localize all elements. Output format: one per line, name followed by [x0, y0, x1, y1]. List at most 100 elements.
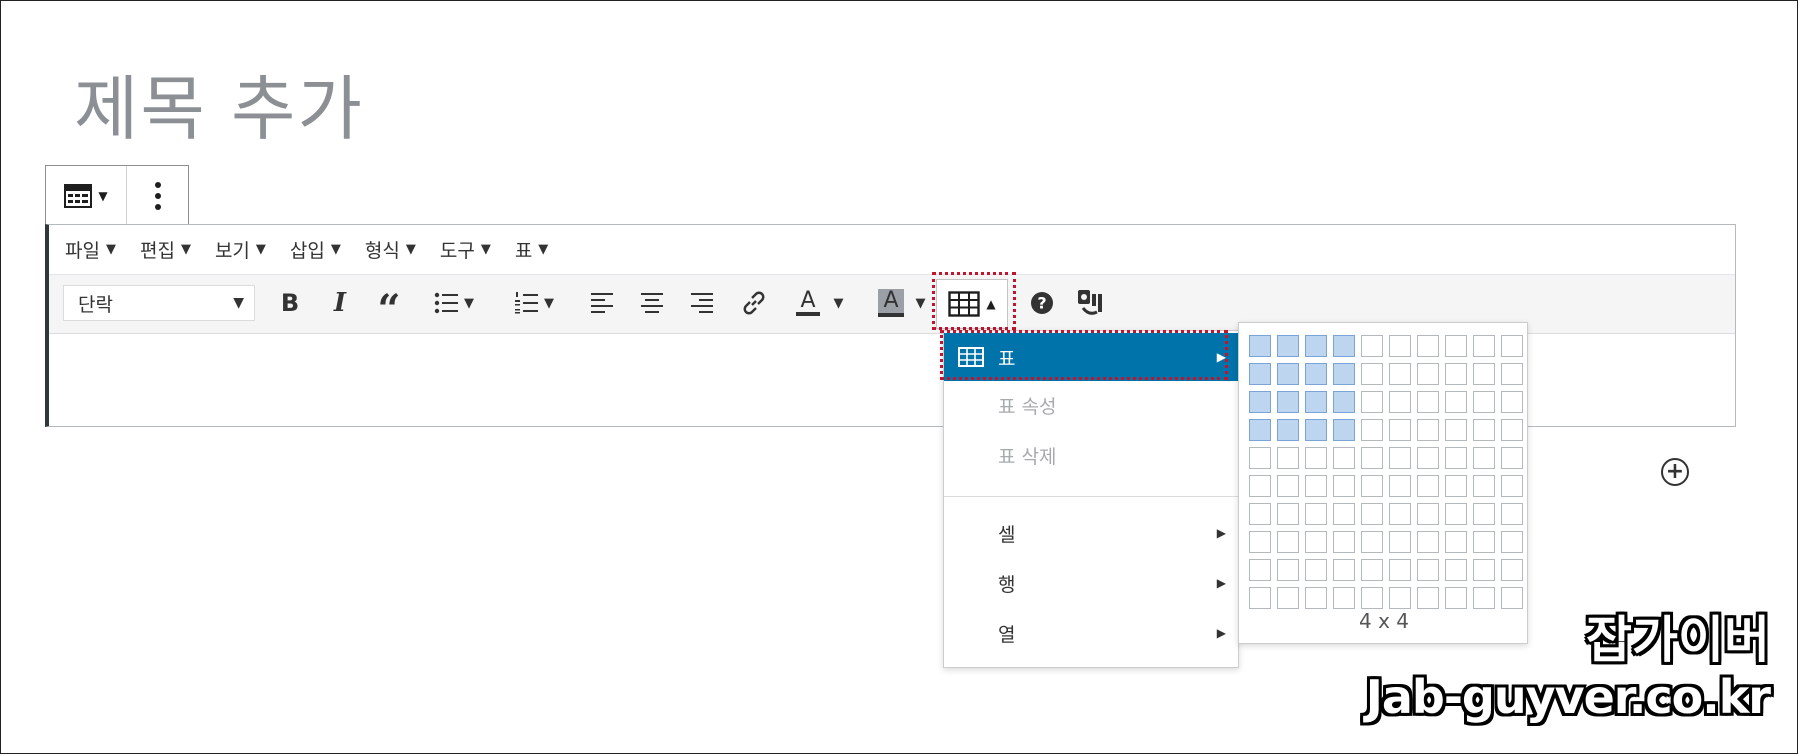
- grid-cell[interactable]: [1277, 559, 1299, 581]
- menu-item-row[interactable]: 행 ▶: [944, 559, 1238, 607]
- grid-cell[interactable]: [1417, 531, 1439, 553]
- grid-cell[interactable]: [1333, 363, 1355, 385]
- grid-cell[interactable]: [1501, 587, 1523, 609]
- grid-cell[interactable]: [1333, 475, 1355, 497]
- grid-cell[interactable]: [1333, 419, 1355, 441]
- align-left-button[interactable]: [587, 281, 617, 325]
- grid-cell[interactable]: [1305, 503, 1327, 525]
- grid-cell[interactable]: [1361, 559, 1383, 581]
- grid-cell[interactable]: [1333, 447, 1355, 469]
- grid-cell[interactable]: [1389, 419, 1411, 441]
- grid-cell[interactable]: [1417, 335, 1439, 357]
- grid-cell[interactable]: [1277, 475, 1299, 497]
- format-select[interactable]: 단락 ▼: [63, 285, 255, 321]
- grid-cell[interactable]: [1277, 419, 1299, 441]
- post-title[interactable]: 제목 추가: [74, 74, 364, 144]
- menu-format[interactable]: 형식 ▼: [365, 236, 416, 263]
- bullet-list-button[interactable]: ▼: [425, 281, 483, 325]
- grid-cell[interactable]: [1361, 391, 1383, 413]
- grid-cell[interactable]: [1417, 503, 1439, 525]
- grid-cell[interactable]: [1389, 475, 1411, 497]
- menu-item-table[interactable]: 표 ▶: [944, 333, 1238, 381]
- grid-cell[interactable]: [1473, 531, 1495, 553]
- grid-cell[interactable]: [1333, 559, 1355, 581]
- numbered-list-button[interactable]: ▼: [505, 281, 563, 325]
- italic-button[interactable]: I: [325, 281, 355, 325]
- grid-cell[interactable]: [1445, 419, 1467, 441]
- grid-cell[interactable]: [1305, 531, 1327, 553]
- grid-cell[interactable]: [1417, 419, 1439, 441]
- background-color-button[interactable]: A ▼: [871, 281, 933, 325]
- grid-cell[interactable]: [1473, 447, 1495, 469]
- align-center-button[interactable]: [637, 281, 667, 325]
- align-right-button[interactable]: [687, 281, 717, 325]
- grid-cell[interactable]: [1501, 363, 1523, 385]
- grid-cell[interactable]: [1389, 447, 1411, 469]
- grid-cell[interactable]: [1361, 503, 1383, 525]
- table-button[interactable]: ▲: [936, 279, 1008, 329]
- grid-cell[interactable]: [1277, 391, 1299, 413]
- grid-cell[interactable]: [1249, 475, 1271, 497]
- menu-file[interactable]: 파일 ▼: [65, 236, 116, 263]
- help-button[interactable]: ?: [1027, 281, 1057, 325]
- grid-cell[interactable]: [1501, 447, 1523, 469]
- grid-cell[interactable]: [1333, 587, 1355, 609]
- grid-cell[interactable]: [1473, 503, 1495, 525]
- grid-cell[interactable]: [1305, 587, 1327, 609]
- grid-cell[interactable]: [1277, 363, 1299, 385]
- grid-cell[interactable]: [1249, 335, 1271, 357]
- menu-insert[interactable]: 삽입 ▼: [290, 236, 341, 263]
- grid-cell[interactable]: [1445, 391, 1467, 413]
- menu-item-table-properties[interactable]: 표 속성: [944, 381, 1238, 429]
- grid-cell[interactable]: [1277, 531, 1299, 553]
- grid-cell[interactable]: [1249, 447, 1271, 469]
- menu-view[interactable]: 보기 ▼: [215, 236, 266, 263]
- grid-cell[interactable]: [1305, 447, 1327, 469]
- grid-cell[interactable]: [1473, 335, 1495, 357]
- grid-cell[interactable]: [1277, 503, 1299, 525]
- text-color-button[interactable]: A ▼: [789, 281, 851, 325]
- menu-item-delete-table[interactable]: 표 삭제: [944, 431, 1238, 479]
- grid-cell[interactable]: [1389, 531, 1411, 553]
- grid-cell[interactable]: [1417, 475, 1439, 497]
- grid-cell[interactable]: [1249, 587, 1271, 609]
- grid-cell[interactable]: [1277, 587, 1299, 609]
- grid-cell[interactable]: [1361, 447, 1383, 469]
- grid-cell[interactable]: [1361, 419, 1383, 441]
- grid-cell[interactable]: [1305, 335, 1327, 357]
- grid-cell[interactable]: [1445, 447, 1467, 469]
- grid-cell[interactable]: [1249, 419, 1271, 441]
- grid-cell[interactable]: [1473, 475, 1495, 497]
- grid-cell[interactable]: [1501, 531, 1523, 553]
- grid-cell[interactable]: [1333, 335, 1355, 357]
- menu-item-cell[interactable]: 셀 ▶: [944, 509, 1238, 557]
- menu-tools[interactable]: 도구 ▼: [440, 236, 491, 263]
- grid-cell[interactable]: [1277, 447, 1299, 469]
- grid-cell[interactable]: [1501, 419, 1523, 441]
- block-type-button[interactable]: ▼: [46, 166, 126, 225]
- grid-cell[interactable]: [1445, 363, 1467, 385]
- grid-cell[interactable]: [1249, 363, 1271, 385]
- grid-cell[interactable]: [1361, 531, 1383, 553]
- menu-table[interactable]: 표 ▼: [515, 236, 548, 263]
- grid-cell[interactable]: [1389, 335, 1411, 357]
- more-options-button[interactable]: [126, 166, 188, 225]
- grid-cell[interactable]: [1305, 559, 1327, 581]
- grid-cell[interactable]: [1473, 391, 1495, 413]
- grid-cell[interactable]: [1305, 419, 1327, 441]
- grid-cell[interactable]: [1249, 559, 1271, 581]
- insert-link-button[interactable]: [737, 281, 771, 325]
- grid-cell[interactable]: [1417, 587, 1439, 609]
- grid-cell[interactable]: [1361, 475, 1383, 497]
- grid-cell[interactable]: [1473, 363, 1495, 385]
- grid-cell[interactable]: [1445, 531, 1467, 553]
- grid-cell[interactable]: [1417, 391, 1439, 413]
- grid-cell[interactable]: [1305, 363, 1327, 385]
- grid-cell[interactable]: [1473, 587, 1495, 609]
- blockquote-button[interactable]: “: [371, 281, 407, 330]
- grid-cell[interactable]: [1333, 531, 1355, 553]
- grid-cell[interactable]: [1389, 363, 1411, 385]
- grid-cell[interactable]: [1501, 475, 1523, 497]
- grid-cell[interactable]: [1249, 531, 1271, 553]
- grid-cell[interactable]: [1445, 335, 1467, 357]
